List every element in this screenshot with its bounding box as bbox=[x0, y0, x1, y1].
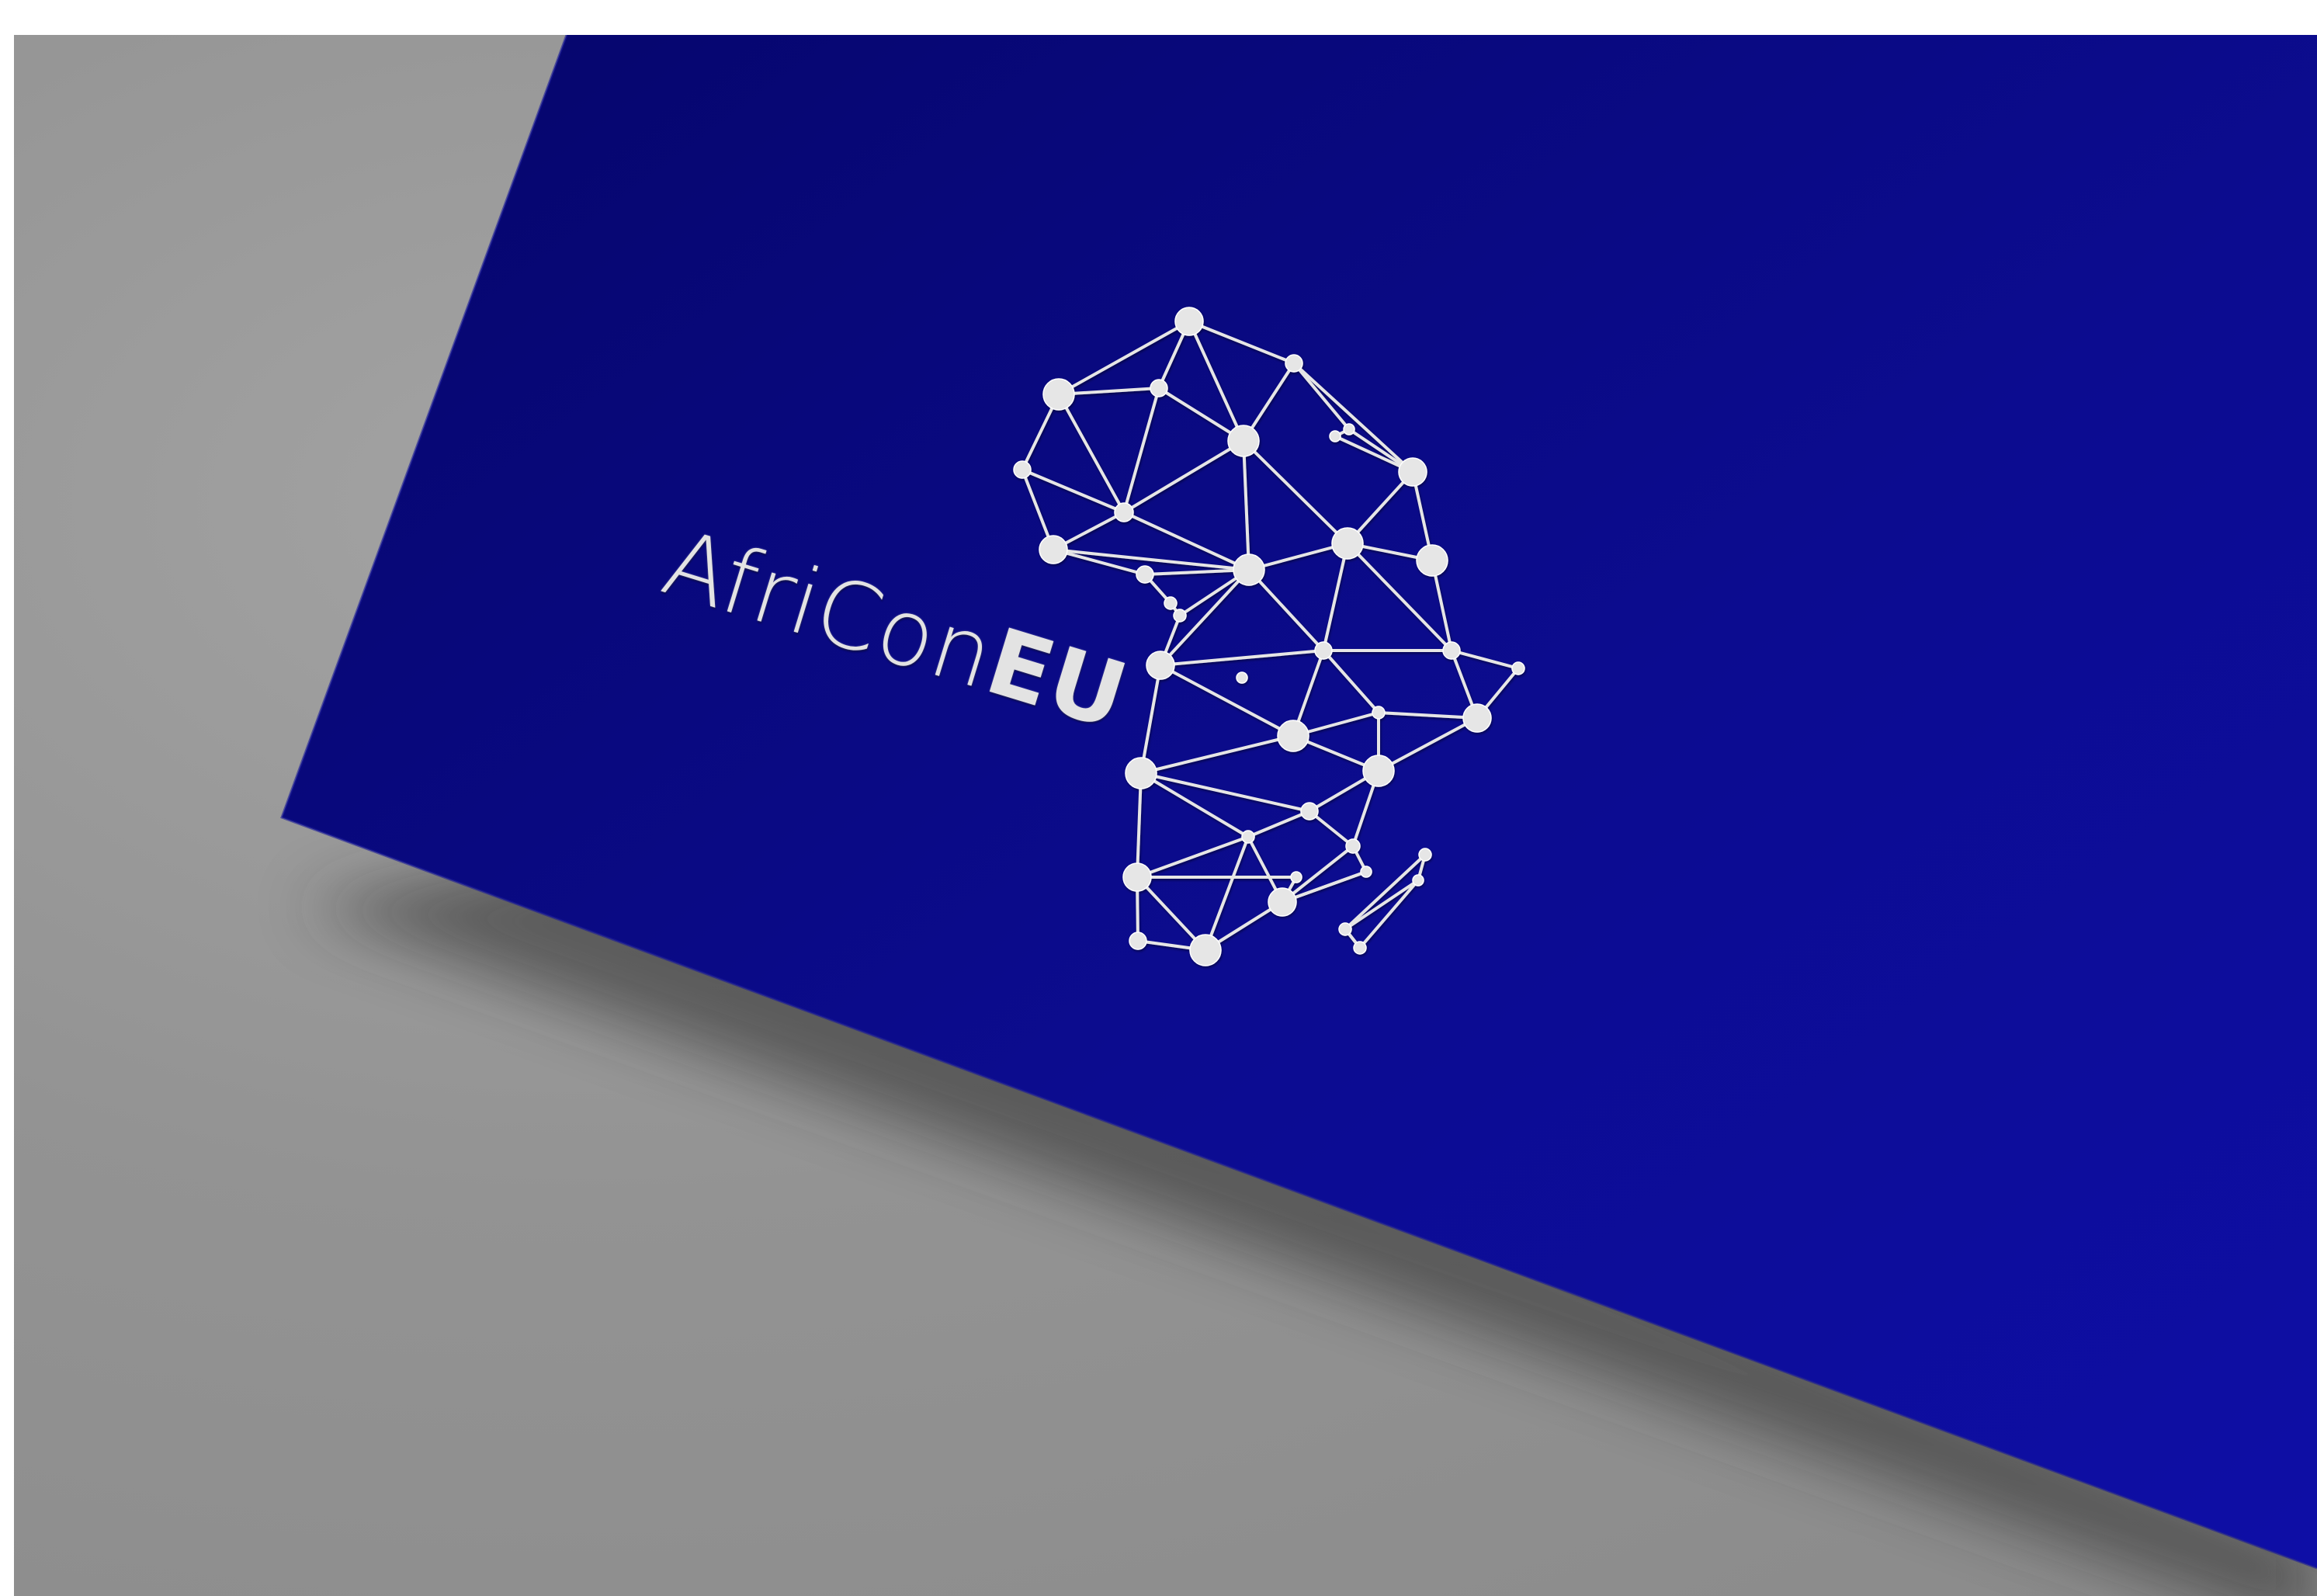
network-node bbox=[1398, 457, 1427, 487]
network-node bbox=[1343, 423, 1355, 435]
network-node bbox=[1146, 651, 1175, 680]
photo-frame: AfriConEU bbox=[0, 0, 2317, 1596]
card-scene bbox=[280, 35, 2317, 1596]
network-node bbox=[1125, 757, 1157, 789]
network-node bbox=[1331, 527, 1364, 560]
network-node bbox=[1241, 830, 1255, 844]
network-node bbox=[1290, 871, 1302, 883]
network-node bbox=[1372, 706, 1386, 720]
network-node bbox=[1164, 596, 1178, 610]
network-node bbox=[1136, 565, 1154, 584]
network-node bbox=[1462, 703, 1492, 733]
network-node bbox=[1236, 671, 1248, 684]
network-node bbox=[1114, 502, 1134, 522]
network-node bbox=[1362, 755, 1395, 787]
network-node bbox=[1042, 378, 1075, 411]
network-node bbox=[1039, 535, 1068, 564]
network-node bbox=[1285, 354, 1303, 373]
network-node bbox=[1227, 425, 1260, 457]
network-node bbox=[1233, 553, 1265, 586]
network-node bbox=[1314, 641, 1333, 660]
network-node bbox=[1277, 720, 1309, 752]
network-node bbox=[1360, 866, 1372, 878]
network-node bbox=[1173, 609, 1187, 623]
network-node bbox=[1416, 544, 1448, 577]
network-node bbox=[1345, 838, 1361, 854]
network-node bbox=[1353, 941, 1367, 955]
network-node bbox=[1268, 887, 1297, 917]
network-node bbox=[1150, 379, 1168, 397]
network-node bbox=[1300, 802, 1319, 821]
network-node bbox=[1338, 922, 1352, 936]
network-node bbox=[1122, 862, 1152, 892]
network-node bbox=[1412, 874, 1424, 886]
network-node bbox=[1174, 307, 1204, 336]
mockup-photo: AfriConEU bbox=[14, 35, 2317, 1596]
network-node bbox=[1129, 932, 1147, 950]
blue-card bbox=[282, 35, 2317, 1568]
network-node bbox=[1442, 641, 1461, 660]
network-node bbox=[1013, 460, 1032, 479]
network-node bbox=[1418, 848, 1432, 862]
network-node bbox=[1189, 934, 1222, 966]
network-node bbox=[1329, 430, 1341, 442]
network-node bbox=[1511, 661, 1525, 675]
